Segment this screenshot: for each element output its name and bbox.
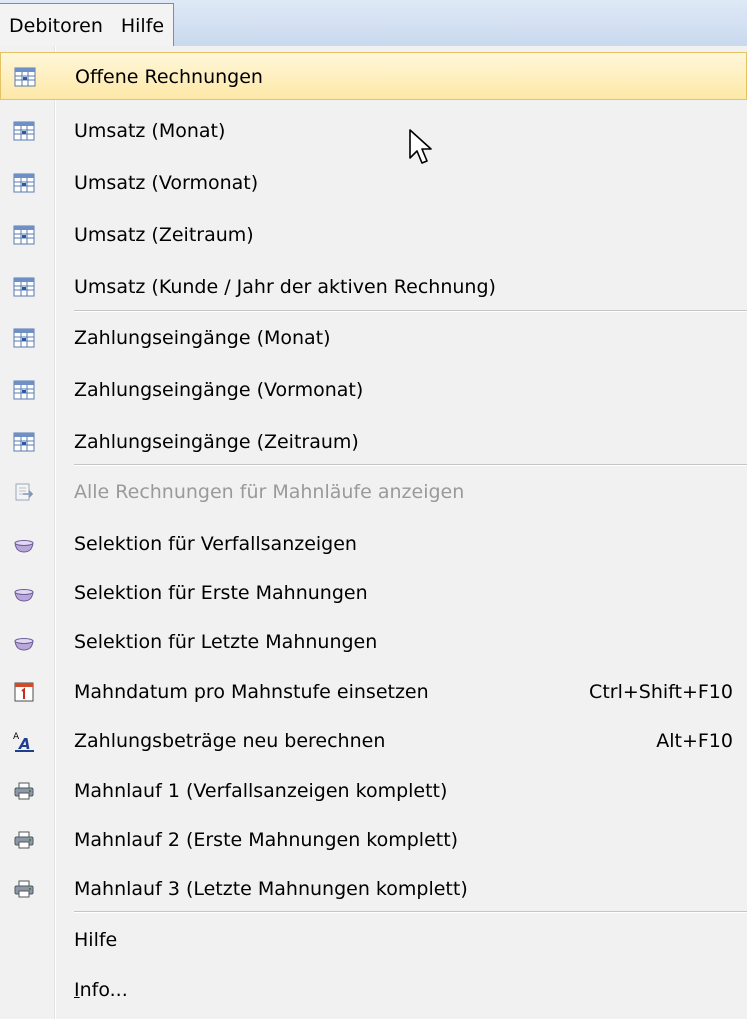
menu-item-label: Selektion für Letzte Mahnungen [74, 631, 378, 653]
menu-item-alle-rechnungen-mahnlaeufe[interactable]: Alle Rechnungen für Mahnläufe anzeigen [0, 468, 747, 516]
menu-item-zahlungseingaenge-monat[interactable]: Zahlungseingänge (Monat) [0, 314, 747, 362]
document-arrow-icon [11, 479, 37, 505]
table-grid-icon [11, 118, 37, 144]
menu-item-label: Umsatz (Zeitraum) [74, 224, 254, 246]
table-grid-icon [11, 274, 37, 300]
table-grid-icon [12, 64, 38, 90]
menu-item-label: Umsatz (Kunde / Jahr der aktiven Rechnun… [74, 276, 496, 298]
printer-icon [11, 876, 37, 902]
menu-item-label: Mahnlauf 1 (Verfallsanzeigen komplett) [74, 780, 448, 802]
menu-item-umsatz-zeitraum[interactable]: Umsatz (Zeitraum) [0, 211, 747, 259]
menu-separator [74, 310, 747, 312]
menu-item-label: Mahndatum pro Mahnstufe einsetzen [74, 681, 429, 703]
menu-item-offene-rechnungen[interactable]: Offene Rechnungen [0, 52, 747, 100]
menu-item-umsatz-kunde-jahr[interactable]: Umsatz (Kunde / Jahr der aktiven Rechnun… [0, 263, 747, 311]
menu-item-label: Zahlungseingänge (Monat) [74, 327, 331, 349]
menu-item-label: Mahnlauf 2 (Erste Mahnungen komplett) [74, 829, 459, 851]
menu-item-selektion-letzte-mahnungen[interactable]: Selektion für Letzte Mahnungen [0, 618, 747, 666]
menu-item-hilfe[interactable]: Hilfe [0, 916, 747, 964]
menu-item-selektion-erste-mahnungen[interactable]: Selektion für Erste Mahnungen [0, 569, 747, 617]
menu-item-label: Info... [74, 966, 128, 1014]
table-grid-icon [11, 377, 37, 403]
menu-item-label: Offene Rechnungen [75, 66, 263, 88]
menu-item-label: Mahnlauf 3 (Letzte Mahnungen komplett) [74, 878, 468, 900]
menu-item-label: Zahlungseingänge (Zeitraum) [74, 431, 359, 453]
svg-text:A: A [18, 735, 31, 752]
menu-item-label-rest: nfo... [79, 979, 128, 1001]
menu-item-zahlungsbetraege-berechnen[interactable]: AA Zahlungsbeträge neu berechnen Alt+F10 [0, 717, 747, 765]
menu-item-label: Selektion für Erste Mahnungen [74, 582, 368, 604]
menu-item-label: Hilfe [74, 929, 118, 951]
menu-item-label: Alle Rechnungen für Mahnläufe anzeigen [74, 481, 465, 503]
printer-icon [11, 827, 37, 853]
menu-item-shortcut: Ctrl+Shift+F10 [589, 681, 733, 703]
menubar: Debitoren Hilfe [0, 0, 747, 47]
table-grid-icon [11, 222, 37, 248]
menu-item-label: Selektion für Verfallsanzeigen [74, 533, 357, 555]
menu-debitoren[interactable]: Debitoren [0, 6, 112, 46]
table-grid-icon [11, 429, 37, 455]
menu-item-mahnlauf-3[interactable]: Mahnlauf 3 (Letzte Mahnungen komplett) [0, 865, 747, 913]
bowl-icon [11, 580, 37, 606]
menu-item-zahlungseingaenge-zeitraum[interactable]: Zahlungseingänge (Zeitraum) [0, 418, 747, 466]
menu-separator [74, 911, 747, 913]
menu-item-label: Umsatz (Monat) [74, 120, 226, 142]
bowl-icon [11, 629, 37, 655]
menu-item-selektion-verfallsanzeigen[interactable]: Selektion für Verfallsanzeigen [0, 520, 747, 568]
menu-item-umsatz-vormonat[interactable]: Umsatz (Vormonat) [0, 159, 747, 207]
menu-separator [74, 464, 747, 466]
menubar-tabs: Debitoren Hilfe [0, 3, 175, 47]
text-format-icon: AA [11, 728, 37, 754]
calendar-icon [11, 679, 37, 705]
menu-item-mahnlauf-2[interactable]: Mahnlauf 2 (Erste Mahnungen komplett) [0, 816, 747, 864]
menu-item-label: Zahlungseingänge (Vormonat) [74, 379, 364, 401]
menu-item-label: Umsatz (Vormonat) [74, 172, 259, 194]
printer-icon [11, 778, 37, 804]
menu-item-umsatz-monat[interactable]: Umsatz (Monat) [0, 107, 747, 155]
menu-item-info[interactable]: Info... [0, 966, 747, 1014]
menu-hilfe[interactable]: Hilfe [112, 6, 173, 46]
debitoren-dropdown-menu: Offene Rechnungen Umsatz (Monat) Umsatz … [0, 46, 747, 1019]
menu-item-label: Zahlungsbeträge neu berechnen [74, 730, 386, 752]
mouse-cursor-icon [409, 129, 432, 164]
bowl-icon [11, 531, 37, 557]
menu-item-zahlungseingaenge-vormonat[interactable]: Zahlungseingänge (Vormonat) [0, 366, 747, 414]
menu-item-mahnlauf-1[interactable]: Mahnlauf 1 (Verfallsanzeigen komplett) [0, 767, 747, 815]
table-grid-icon [11, 325, 37, 351]
menu-item-shortcut: Alt+F10 [656, 730, 733, 752]
table-grid-icon [11, 170, 37, 196]
menu-item-mahndatum-einsetzen[interactable]: Mahndatum pro Mahnstufe einsetzen Ctrl+S… [0, 668, 747, 716]
